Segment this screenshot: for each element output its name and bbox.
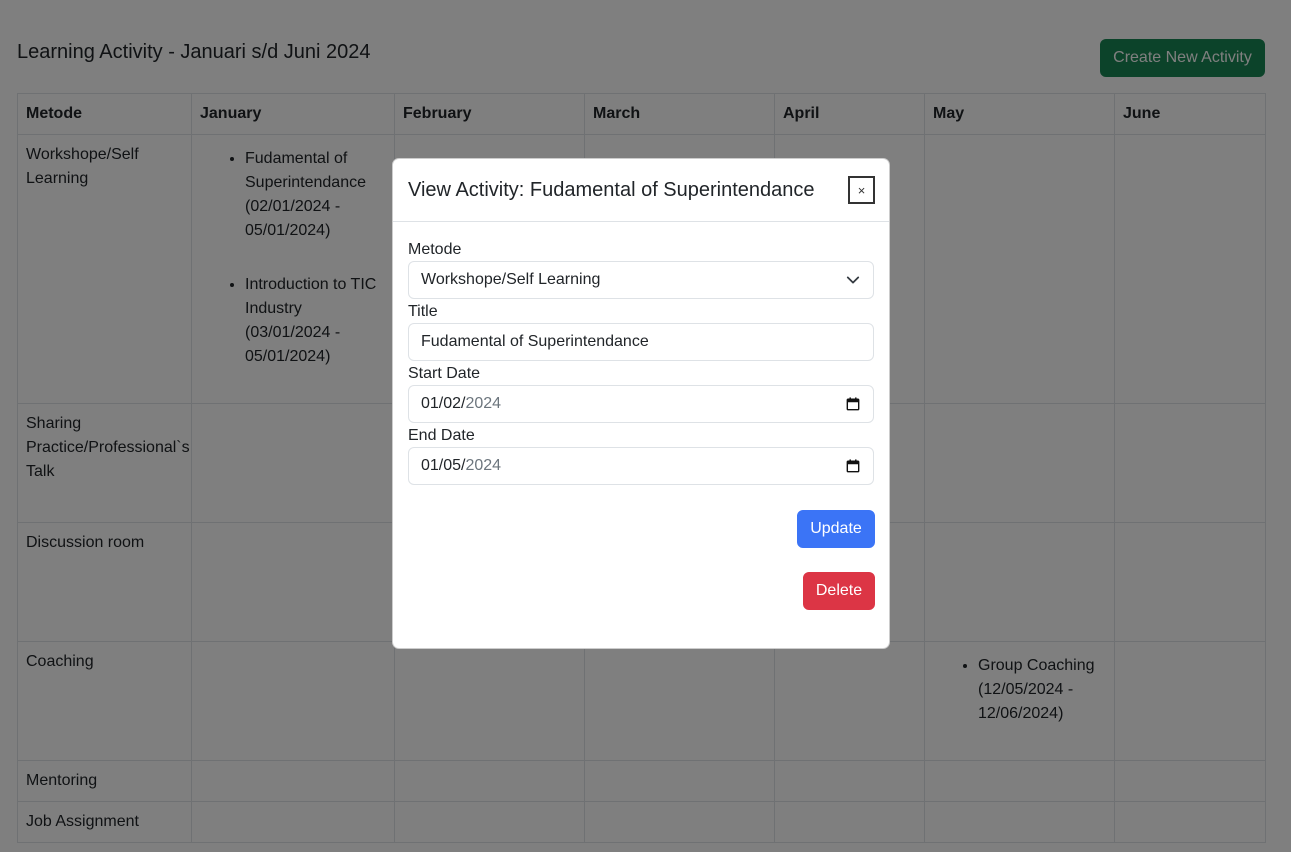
- modal-body: Metode Workshope/Self Learning Title Fud…: [408, 239, 875, 487]
- metode-label: Metode: [408, 241, 462, 258]
- end-date-input[interactable]: 01/05/2024: [408, 447, 874, 485]
- start-date-label: Start Date: [408, 365, 481, 382]
- calendar-icon[interactable]: [845, 396, 861, 412]
- end-date-label: End Date: [408, 427, 475, 444]
- view-activity-modal: View Activity: Fudamental of Superintend…: [392, 158, 890, 649]
- calendar-icon[interactable]: [845, 458, 861, 474]
- start-date-monthday: 01/02/: [421, 395, 466, 412]
- start-date-year: 2024: [465, 395, 502, 412]
- modal-title: View Activity: Fudamental of Superintend…: [408, 179, 815, 201]
- modal-header: View Activity: Fudamental of Superintend…: [393, 159, 889, 222]
- end-date-year: 2024: [465, 457, 502, 474]
- close-button[interactable]: ×: [848, 176, 875, 204]
- title-input-value: Fudamental of Superintendance: [421, 333, 649, 350]
- start-date-value: 01/02/2024: [421, 395, 501, 413]
- metode-select[interactable]: Workshope/Self Learning: [408, 261, 874, 299]
- end-date-monthday: 01/05/: [421, 457, 466, 474]
- delete-button[interactable]: Delete: [803, 572, 875, 610]
- title-input[interactable]: Fudamental of Superintendance: [408, 323, 874, 361]
- update-button[interactable]: Update: [797, 510, 875, 548]
- title-label: Title: [408, 303, 438, 320]
- metode-select-value: Workshope/Self Learning: [421, 271, 601, 288]
- chevron-down-icon: [845, 272, 861, 288]
- end-date-value: 01/05/2024: [421, 457, 501, 475]
- start-date-input[interactable]: 01/02/2024: [408, 385, 874, 423]
